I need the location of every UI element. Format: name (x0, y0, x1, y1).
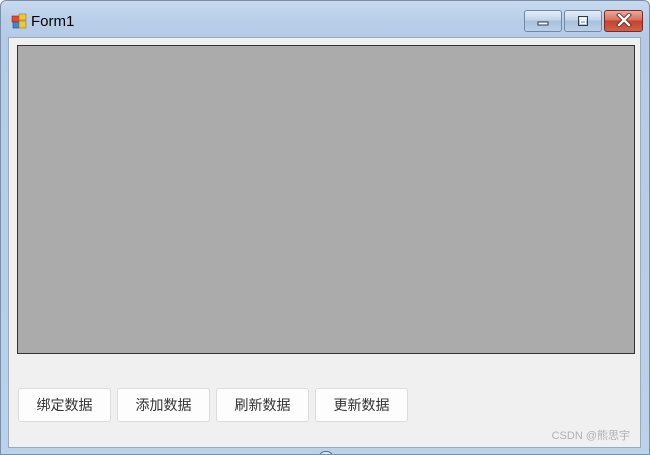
form1-window: Form1 绑定数据 添加数据 刷新数据 更新数据 CSDN @熊思宇 (0, 0, 650, 455)
minimize-button[interactable] (524, 10, 562, 32)
csdn-watermark: CSDN @熊思宇 (551, 430, 630, 442)
minimize-icon (536, 12, 550, 31)
add-data-button[interactable]: 添加数据 (117, 388, 210, 422)
bind-data-button[interactable]: 绑定数据 (18, 388, 111, 422)
title-bar[interactable]: Form1 (1, 1, 649, 37)
maximize-button[interactable] (564, 10, 602, 32)
refresh-data-button[interactable]: 刷新数据 (216, 388, 309, 422)
window-title: Form1 (31, 13, 75, 30)
windows-forms-app-icon (11, 13, 27, 29)
resize-handle-icon (319, 451, 333, 454)
close-icon (615, 11, 632, 31)
close-button[interactable] (604, 10, 643, 32)
update-data-button[interactable]: 更新数据 (315, 388, 408, 422)
maximize-icon (576, 12, 590, 31)
data-grid-view[interactable] (17, 45, 635, 354)
form-client-area: 绑定数据 添加数据 刷新数据 更新数据 CSDN @熊思宇 (8, 37, 641, 448)
